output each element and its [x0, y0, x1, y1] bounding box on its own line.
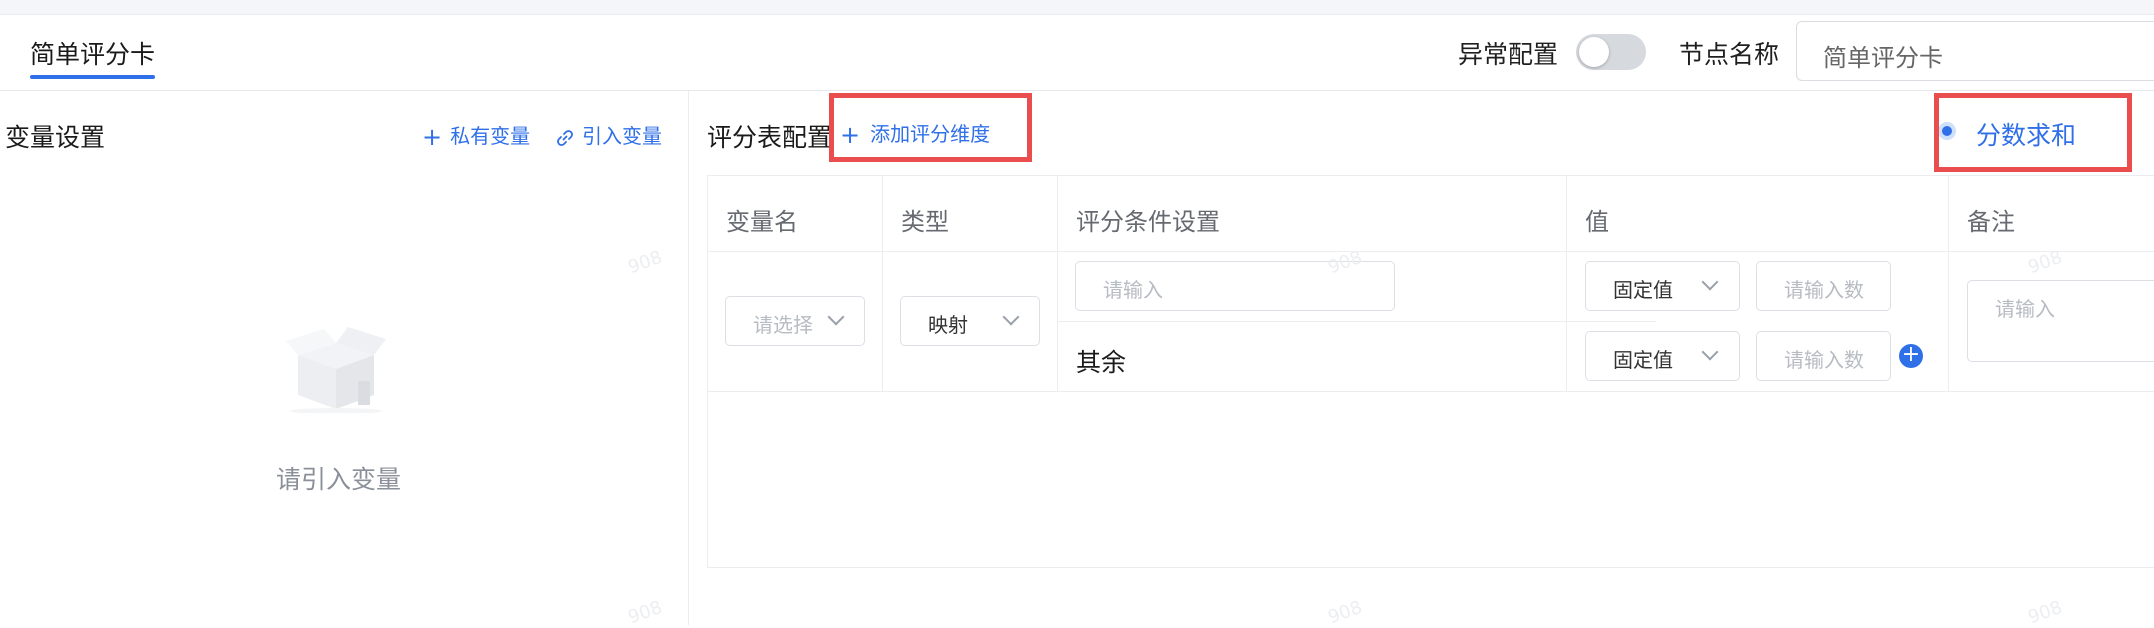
header: 简单评分卡 异常配置 节点名称 简单评分卡 — [0, 14, 2154, 91]
empty-box-icon — [280, 313, 392, 417]
value-input-1[interactable]: 请输入数 — [1756, 261, 1891, 311]
value-input-1-placeholder: 请输入数 — [1784, 278, 1864, 302]
abnormal-config-toggle[interactable] — [1576, 34, 1646, 70]
column-header-remark: 备注 — [1967, 208, 2015, 236]
plus-icon: + — [422, 123, 443, 151]
value-type-1: 固定值 — [1613, 278, 1673, 302]
column-header-type: 类型 — [901, 208, 949, 236]
type-select-value: 映射 — [928, 313, 968, 337]
column-header-condition: 评分条件设置 — [1076, 208, 1220, 236]
import-variable-link[interactable]: 引入变量 — [556, 120, 662, 151]
column-divider — [1566, 176, 1567, 391]
other-condition-label: 其余 — [1076, 348, 1127, 377]
highlight-box-score-sum — [1934, 93, 2132, 172]
column-header-value: 值 — [1585, 208, 1609, 236]
value-input-2[interactable]: 请输入数 — [1756, 331, 1891, 381]
import-variable-label: 引入变量 — [582, 124, 662, 148]
variable-settings-title: 变量设置 — [5, 123, 106, 152]
link-icon — [556, 123, 574, 151]
column-divider — [882, 176, 883, 391]
highlight-box-add-dimension — [829, 93, 1032, 162]
score-table: 变量名 类型 评分条件设置 值 备注 请选择 映射 请输入 其余 固定值 请输入… — [707, 175, 2154, 568]
top-strip — [0, 0, 2154, 15]
abnormal-config-label: 异常配置 — [1458, 40, 1559, 69]
variable-settings-panel: 变量设置 + 私有变量 引入变量 请引入变量 — [0, 91, 689, 625]
column-header-variable-name: 变量名 — [726, 208, 798, 236]
condition-input-placeholder: 请输入 — [1103, 278, 1163, 302]
chevron-down-icon — [1002, 308, 1020, 326]
score-table-title: 评分表配置 — [707, 123, 833, 152]
private-variable-label: 私有变量 — [450, 124, 531, 148]
remark-textarea[interactable]: 请输入 — [1967, 280, 2154, 362]
chevron-down-icon — [1701, 343, 1719, 361]
remark-placeholder: 请输入 — [1995, 297, 2055, 321]
value-input-2-placeholder: 请输入数 — [1784, 348, 1864, 372]
add-private-variable-link[interactable]: + 私有变量 — [422, 120, 530, 151]
add-condition-icon[interactable]: + — [1899, 344, 1923, 368]
chevron-down-icon — [827, 308, 845, 326]
value-type-select-2[interactable]: 固定值 — [1585, 331, 1740, 381]
empty-state-text: 请引入变量 — [276, 465, 402, 494]
tab-simple-scorecard[interactable]: 简单评分卡 — [30, 35, 155, 71]
value-type-select-1[interactable]: 固定值 — [1585, 261, 1740, 311]
type-select[interactable]: 映射 — [900, 296, 1040, 346]
value-type-2: 固定值 — [1613, 348, 1673, 372]
node-name-label: 节点名称 — [1679, 40, 1780, 69]
row-divider — [708, 391, 2154, 392]
active-tab-indicator — [30, 75, 155, 79]
chevron-down-icon — [1701, 273, 1719, 291]
variable-select-placeholder: 请选择 — [753, 313, 813, 337]
column-divider — [1057, 176, 1058, 391]
toggle-knob — [1579, 37, 1609, 67]
header-divider — [708, 251, 2154, 252]
node-name-input[interactable]: 简单评分卡 — [1796, 21, 2154, 81]
variable-name-select[interactable]: 请选择 — [725, 296, 865, 346]
column-divider — [1948, 176, 1949, 391]
